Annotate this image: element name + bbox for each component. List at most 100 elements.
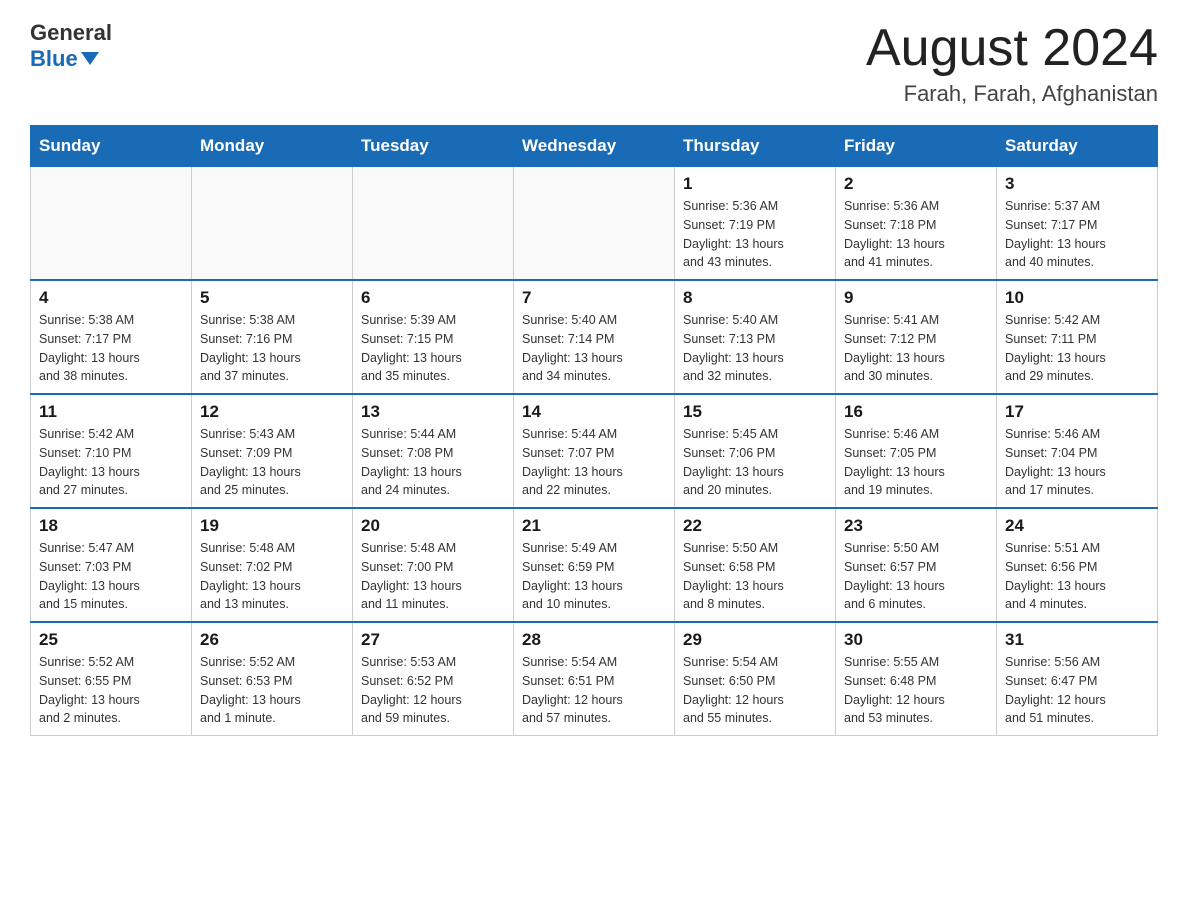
- calendar-day-cell: 21 Sunrise: 5:49 AMSunset: 6:59 PMDayligh…: [514, 508, 675, 622]
- calendar-day-cell: 10Sunrise: 5:42 AMSunset: 7:11 PMDayligh…: [997, 280, 1158, 394]
- calendar-day-cell: [31, 167, 192, 281]
- day-number: 24: [1005, 516, 1149, 536]
- calendar-day-cell: 11 Sunrise: 5:42 AMSunset: 7:10 PMDayligh…: [31, 394, 192, 508]
- calendar-day-cell: 9 Sunrise: 5:41 AMSunset: 7:12 PMDaylight…: [836, 280, 997, 394]
- day-info: Sunrise: 5:50 AMSunset: 6:57 PMDaylight:…: [844, 539, 988, 614]
- day-info: Sunrise: 5:52 AMSunset: 6:55 PMDaylight:…: [39, 653, 183, 728]
- calendar-day-cell: 2Sunrise: 5:36 AMSunset: 7:18 PMDaylight…: [836, 167, 997, 281]
- day-number: 29: [683, 630, 827, 650]
- calendar-day-cell: 14Sunrise: 5:44 AMSunset: 7:07 PMDayligh…: [514, 394, 675, 508]
- day-info: Sunrise: 5:42 AMSunset: 7:10 PMDaylight:…: [39, 425, 183, 500]
- day-number: 9: [844, 288, 988, 308]
- day-number: 11: [39, 402, 183, 422]
- day-info: Sunrise: 5:45 AMSunset: 7:06 PMDaylight:…: [683, 425, 827, 500]
- calendar-day-cell: [192, 167, 353, 281]
- calendar-day-cell: 29 Sunrise: 5:54 AMSunset: 6:50 PMDayligh…: [675, 622, 836, 736]
- calendar-day-cell: 12Sunrise: 5:43 AMSunset: 7:09 PMDayligh…: [192, 394, 353, 508]
- col-tuesday: Tuesday: [353, 126, 514, 167]
- day-number: 15: [683, 402, 827, 422]
- day-number: 4: [39, 288, 183, 308]
- day-info: Sunrise: 5:52 AMSunset: 6:53 PMDaylight:…: [200, 653, 344, 728]
- calendar-day-cell: 26 Sunrise: 5:52 AMSunset: 6:53 PMDayligh…: [192, 622, 353, 736]
- day-number: 30: [844, 630, 988, 650]
- day-number: 26: [200, 630, 344, 650]
- day-number: 18: [39, 516, 183, 536]
- logo-area: General Blue: [30, 20, 112, 72]
- day-number: 10: [1005, 288, 1149, 308]
- calendar-day-cell: 6Sunrise: 5:39 AMSunset: 7:15 PMDaylight…: [353, 280, 514, 394]
- day-info: Sunrise: 5:48 AMSunset: 7:00 PMDaylight:…: [361, 539, 505, 614]
- calendar-day-cell: 13Sunrise: 5:44 AMSunset: 7:08 PMDayligh…: [353, 394, 514, 508]
- calendar-day-cell: 15 Sunrise: 5:45 AMSunset: 7:06 PMDayligh…: [675, 394, 836, 508]
- calendar-day-cell: 23 Sunrise: 5:50 AMSunset: 6:57 PMDayligh…: [836, 508, 997, 622]
- day-info: Sunrise: 5:36 AMSunset: 7:19 PMDaylight:…: [683, 197, 827, 272]
- calendar-day-cell: 27 Sunrise: 5:53 AMSunset: 6:52 PMDayligh…: [353, 622, 514, 736]
- day-number: 16: [844, 402, 988, 422]
- calendar-week-row: 4 Sunrise: 5:38 AMSunset: 7:17 PMDaylight…: [31, 280, 1158, 394]
- day-number: 21: [522, 516, 666, 536]
- day-number: 1: [683, 174, 827, 194]
- calendar-day-cell: 28 Sunrise: 5:54 AMSunset: 6:51 PMDayligh…: [514, 622, 675, 736]
- calendar-day-cell: 5 Sunrise: 5:38 AMSunset: 7:16 PMDaylight…: [192, 280, 353, 394]
- calendar-day-cell: 20 Sunrise: 5:48 AMSunset: 7:00 PMDayligh…: [353, 508, 514, 622]
- day-number: 2: [844, 174, 988, 194]
- day-number: 23: [844, 516, 988, 536]
- day-info: Sunrise: 5:51 AMSunset: 6:56 PMDaylight:…: [1005, 539, 1149, 614]
- logo-blue-text: Blue: [30, 46, 78, 72]
- day-number: 12: [200, 402, 344, 422]
- col-friday: Friday: [836, 126, 997, 167]
- calendar-day-cell: 4 Sunrise: 5:38 AMSunset: 7:17 PMDaylight…: [31, 280, 192, 394]
- calendar-day-cell: [353, 167, 514, 281]
- calendar-day-cell: 30 Sunrise: 5:55 AMSunset: 6:48 PMDayligh…: [836, 622, 997, 736]
- day-number: 7: [522, 288, 666, 308]
- col-thursday: Thursday: [675, 126, 836, 167]
- day-number: 8: [683, 288, 827, 308]
- day-info: Sunrise: 5:49 AMSunset: 6:59 PMDaylight:…: [522, 539, 666, 614]
- day-number: 17: [1005, 402, 1149, 422]
- calendar-day-cell: 22 Sunrise: 5:50 AMSunset: 6:58 PMDayligh…: [675, 508, 836, 622]
- col-monday: Monday: [192, 126, 353, 167]
- day-info: Sunrise: 5:40 AMSunset: 7:14 PMDaylight:…: [522, 311, 666, 386]
- day-info: Sunrise: 5:55 AMSunset: 6:48 PMDaylight:…: [844, 653, 988, 728]
- day-info: Sunrise: 5:46 AMSunset: 7:05 PMDaylight:…: [844, 425, 988, 500]
- calendar-day-cell: 1 Sunrise: 5:36 AMSunset: 7:19 PMDaylight…: [675, 167, 836, 281]
- calendar-day-cell: 19 Sunrise: 5:48 AMSunset: 7:02 PMDayligh…: [192, 508, 353, 622]
- title-area: August 2024 Farah, Farah, Afghanistan: [866, 20, 1158, 107]
- calendar-header: Sunday Monday Tuesday Wednesday Thursday…: [31, 126, 1158, 167]
- day-info: Sunrise: 5:44 AMSunset: 7:07 PMDaylight:…: [522, 425, 666, 500]
- calendar-week-row: 18 Sunrise: 5:47 AMSunset: 7:03 PMDayligh…: [31, 508, 1158, 622]
- day-info: Sunrise: 5:50 AMSunset: 6:58 PMDaylight:…: [683, 539, 827, 614]
- calendar-week-row: 1 Sunrise: 5:36 AMSunset: 7:19 PMDaylight…: [31, 167, 1158, 281]
- day-number: 19: [200, 516, 344, 536]
- page-header: General Blue August 2024 Farah, Farah, A…: [30, 20, 1158, 107]
- calendar-day-cell: 17 Sunrise: 5:46 AMSunset: 7:04 PMDayligh…: [997, 394, 1158, 508]
- day-info: Sunrise: 5:38 AMSunset: 7:16 PMDaylight:…: [200, 311, 344, 386]
- day-number: 5: [200, 288, 344, 308]
- day-number: 28: [522, 630, 666, 650]
- calendar-day-cell: 31Sunrise: 5:56 AMSunset: 6:47 PMDayligh…: [997, 622, 1158, 736]
- calendar-day-cell: 24 Sunrise: 5:51 AMSunset: 6:56 PMDayligh…: [997, 508, 1158, 622]
- days-of-week-row: Sunday Monday Tuesday Wednesday Thursday…: [31, 126, 1158, 167]
- day-info: Sunrise: 5:46 AMSunset: 7:04 PMDaylight:…: [1005, 425, 1149, 500]
- day-number: 20: [361, 516, 505, 536]
- day-number: 27: [361, 630, 505, 650]
- calendar-day-cell: 3Sunrise: 5:37 AMSunset: 7:17 PMDaylight…: [997, 167, 1158, 281]
- calendar-day-cell: 16 Sunrise: 5:46 AMSunset: 7:05 PMDayligh…: [836, 394, 997, 508]
- day-info: Sunrise: 5:48 AMSunset: 7:02 PMDaylight:…: [200, 539, 344, 614]
- calendar-week-row: 11 Sunrise: 5:42 AMSunset: 7:10 PMDayligh…: [31, 394, 1158, 508]
- day-number: 22: [683, 516, 827, 536]
- day-info: Sunrise: 5:53 AMSunset: 6:52 PMDaylight:…: [361, 653, 505, 728]
- logo-arrow-icon: [81, 52, 99, 65]
- day-info: Sunrise: 5:54 AMSunset: 6:51 PMDaylight:…: [522, 653, 666, 728]
- day-number: 25: [39, 630, 183, 650]
- day-info: Sunrise: 5:54 AMSunset: 6:50 PMDaylight:…: [683, 653, 827, 728]
- calendar-day-cell: 25 Sunrise: 5:52 AMSunset: 6:55 PMDayligh…: [31, 622, 192, 736]
- day-number: 3: [1005, 174, 1149, 194]
- calendar-day-cell: 8Sunrise: 5:40 AMSunset: 7:13 PMDaylight…: [675, 280, 836, 394]
- calendar-body: 1 Sunrise: 5:36 AMSunset: 7:19 PMDaylight…: [31, 167, 1158, 736]
- day-info: Sunrise: 5:41 AMSunset: 7:12 PMDaylight:…: [844, 311, 988, 386]
- day-number: 13: [361, 402, 505, 422]
- day-info: Sunrise: 5:47 AMSunset: 7:03 PMDaylight:…: [39, 539, 183, 614]
- calendar-day-cell: [514, 167, 675, 281]
- day-info: Sunrise: 5:38 AMSunset: 7:17 PMDaylight:…: [39, 311, 183, 386]
